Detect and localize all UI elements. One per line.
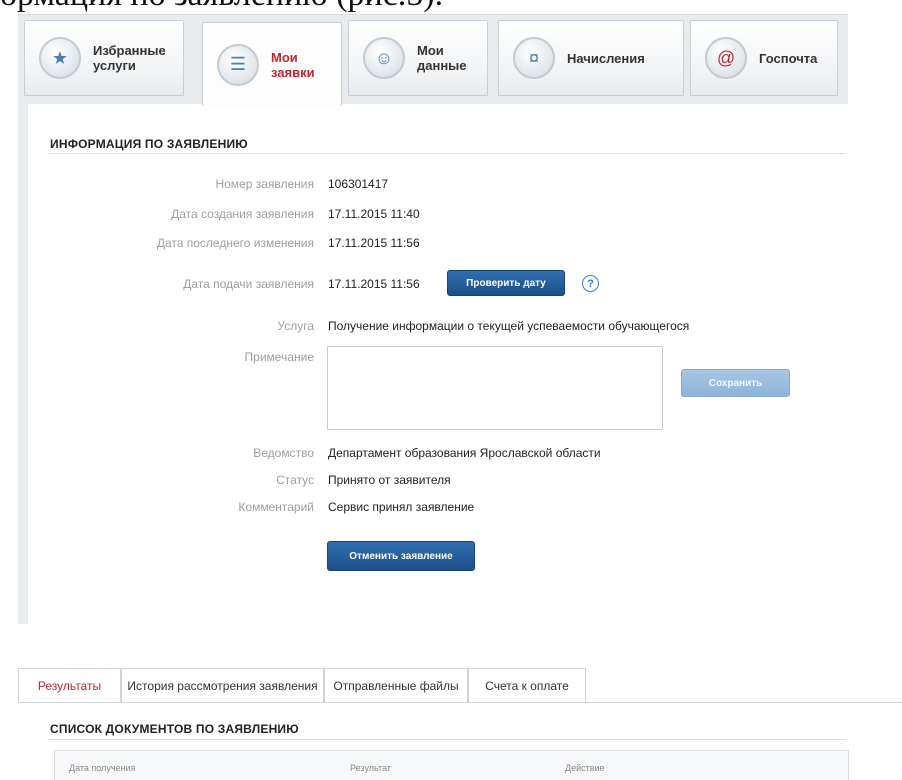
tab-favorite-services[interactable]: ★ Избранные услуги — [24, 20, 184, 96]
column-header-result: Результат — [350, 763, 391, 773]
note-textarea[interactable] — [327, 346, 663, 430]
cropped-heading-text: ормация по заявлению (рис.5). — [0, 0, 902, 12]
tab-invoices[interactable]: Счета к оплате — [468, 668, 586, 702]
section-title-info: ИНФОРМАЦИЯ ПО ЗАЯВЛЕНИЮ — [50, 137, 248, 151]
value-service: Получение информации о текущей успеваемо… — [328, 319, 690, 333]
label-comment: Комментарий — [238, 500, 314, 514]
label-agency: Ведомство — [253, 446, 314, 460]
help-icon[interactable]: ? — [582, 275, 599, 292]
left-rail — [18, 104, 28, 624]
section-divider — [48, 739, 846, 740]
label-submission-date: Дата подачи заявления — [183, 277, 314, 291]
document-list-icon: ☰ — [217, 43, 259, 86]
tab-label: Мои заявки — [271, 49, 315, 80]
label-created-date: Дата создания заявления — [171, 207, 314, 221]
tab-sent-files[interactable]: Отправленные файлы — [324, 668, 468, 702]
documents-table-header: Дата получения Результат Действие — [54, 750, 849, 780]
tab-my-applications[interactable]: ☰ Мои заявки — [202, 22, 342, 106]
value-created-date: 17.11.2015 11:40 — [328, 207, 420, 221]
label-application-number: Номер заявления — [215, 177, 314, 191]
section-divider — [48, 153, 846, 154]
label-last-change-date: Дата последнего изменения — [156, 236, 314, 250]
value-submission-date: 17.11.2015 11:56 — [328, 277, 420, 291]
value-agency: Департамент образования Ярославской обла… — [328, 446, 601, 460]
label-service: Услуга — [277, 319, 314, 333]
tab-label: Избранные услуги — [93, 43, 166, 73]
value-last-change-date: 17.11.2015 11:56 — [328, 236, 420, 250]
value-status: Принято от заявителя — [328, 473, 451, 487]
user-card-icon: ☺ — [363, 37, 405, 79]
check-date-button[interactable]: Проверить дату — [447, 270, 565, 296]
mail-at-icon: @ — [705, 37, 747, 79]
label-note: Примечание — [244, 350, 314, 364]
tab-gosmail[interactable]: @ Госпочта — [690, 20, 838, 96]
label-status: Статус — [276, 473, 314, 487]
section-title-documents: СПИСОК ДОКУМЕНТОВ ПО ЗАЯВЛЕНИЮ — [50, 722, 299, 736]
column-header-action: Действие — [565, 763, 605, 773]
star-list-icon: ★ — [39, 37, 81, 79]
cancel-application-button[interactable]: Отменить заявление — [327, 541, 475, 571]
tab-charges[interactable]: ¤ Начисления — [498, 20, 684, 96]
tab-label: Начисления — [567, 50, 645, 66]
save-note-button[interactable]: Сохранить — [681, 369, 790, 397]
lower-tabs-baseline — [18, 702, 902, 703]
tab-label: Госпочта — [759, 50, 818, 66]
tab-my-data[interactable]: ☺ Мои данные — [348, 20, 488, 96]
value-application-number: 106301417 — [328, 177, 389, 191]
tab-review-history[interactable]: История рассмотрения заявления — [121, 668, 324, 702]
tab-results[interactable]: Результаты — [18, 668, 121, 702]
tab-label: Мои данные — [417, 43, 467, 73]
value-comment: Сервис принял заявление — [328, 500, 475, 514]
coins-icon: ¤ — [513, 37, 555, 79]
column-header-date: Дата получения — [69, 763, 136, 773]
